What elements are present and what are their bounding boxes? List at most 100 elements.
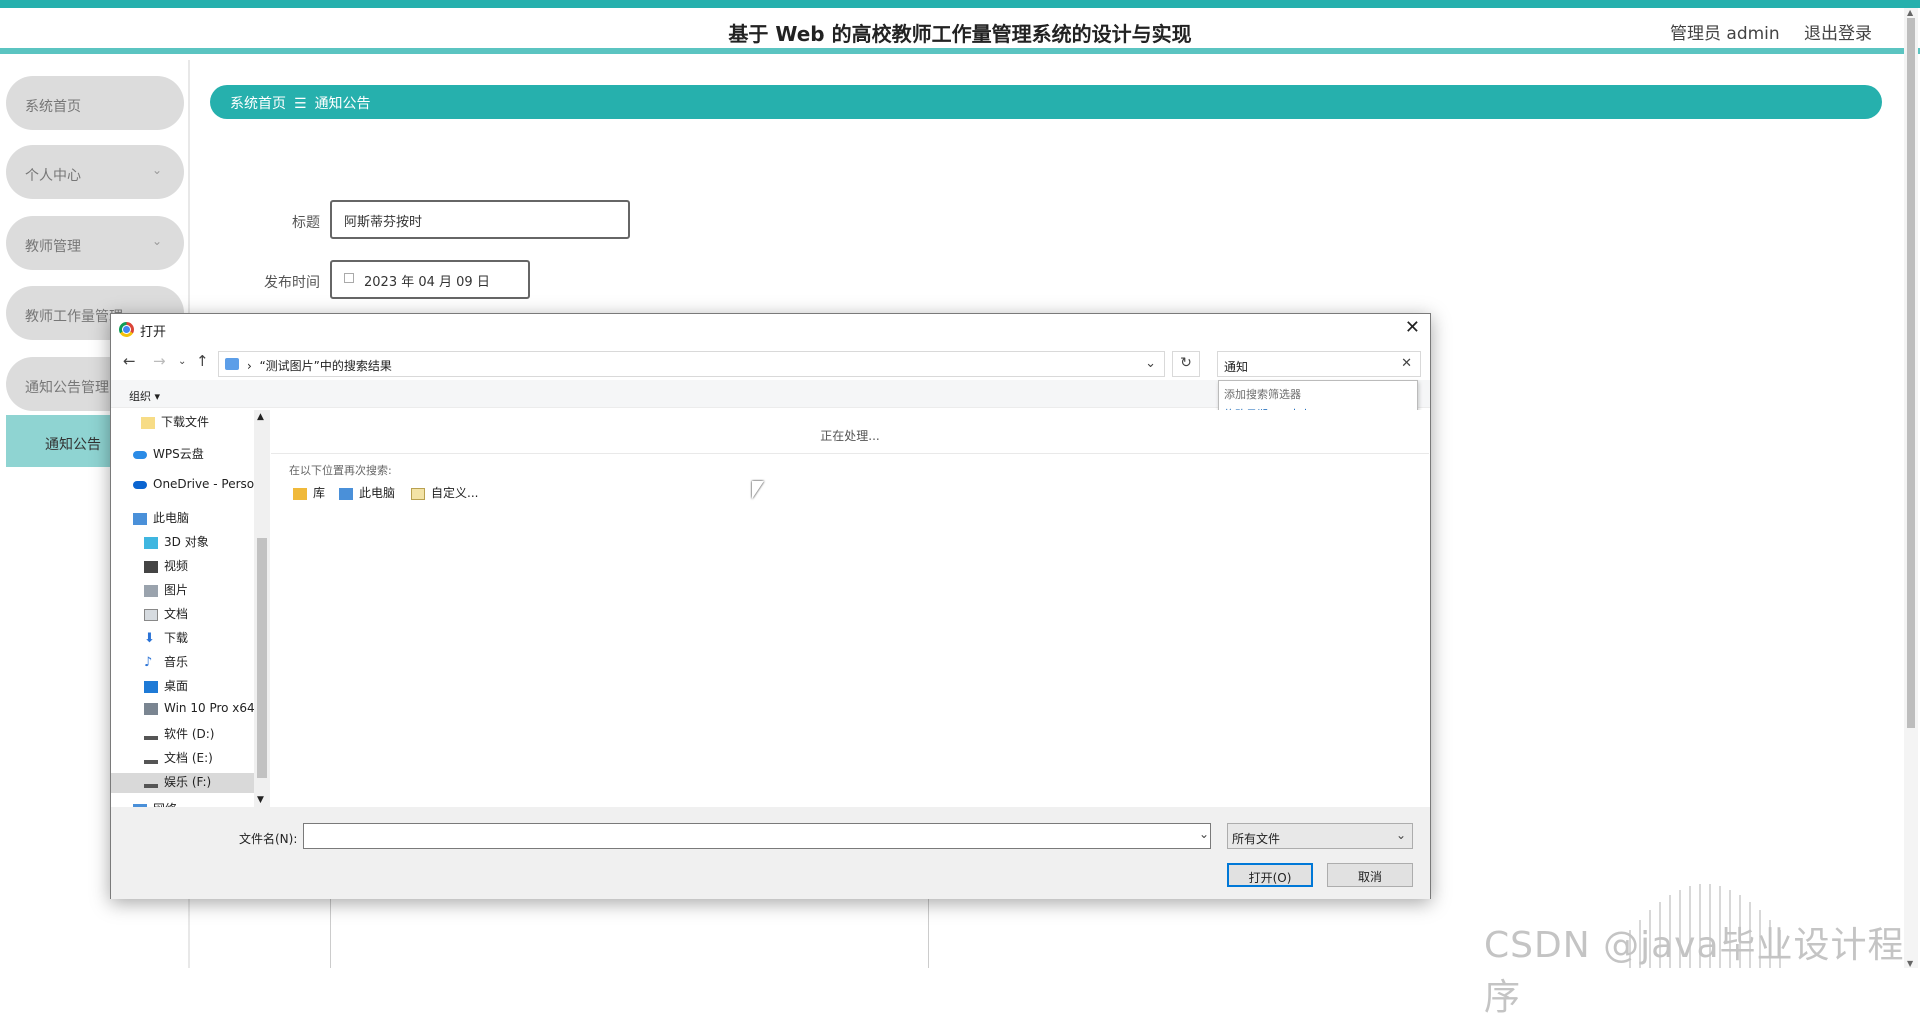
scroll-up-icon[interactable]: ▲ — [1907, 8, 1913, 17]
sidebar-item-teacher-management[interactable]: 教师管理 ⌄ — [6, 216, 184, 270]
sidebar-item-personal-center[interactable]: 个人中心 ⌄ — [6, 145, 184, 199]
close-icon[interactable]: ✕ — [1405, 317, 1420, 338]
tree-item[interactable]: OneDrive - Personal — [133, 477, 266, 497]
forward-arrow-icon[interactable]: → — [153, 352, 166, 370]
tree-item[interactable]: 桌面 — [144, 677, 188, 697]
sidebar-subitem-label: 通知公告 — [45, 437, 101, 453]
search-location-this-pc[interactable]: 此电脑 — [339, 484, 395, 501]
tree-item-label: 下载 — [164, 631, 189, 645]
scroll-down-icon[interactable]: ▼ — [257, 795, 264, 805]
video-icon — [144, 560, 158, 573]
custom-folder-icon — [411, 487, 425, 500]
up-arrow-icon[interactable]: ↑ — [196, 352, 209, 370]
scrollbar-thumb[interactable] — [1907, 18, 1915, 728]
admin-user-label: 管理员 admin — [1670, 24, 1780, 44]
drive-icon — [144, 702, 158, 715]
chrome-icon — [119, 322, 134, 337]
tree-item[interactable]: WPS云盘 — [133, 445, 204, 465]
location-label: 库 — [313, 486, 326, 500]
divider — [271, 453, 1429, 454]
library-icon — [293, 487, 307, 500]
address-bar[interactable]: › “测试图片”中的搜索结果 ⌄ — [218, 351, 1165, 377]
tree-item[interactable]: 视频 — [144, 557, 188, 577]
open-file-dialog: 打开 ✕ ← → ⌄ ↑ › “测试图片”中的搜索结果 ⌄ ↻ 通知 ✕ 组织 … — [110, 313, 1431, 899]
publish-date-value: 2023 年 04 月 09 日 — [364, 275, 490, 290]
pictures-icon — [144, 584, 158, 597]
filename-input[interactable] — [303, 823, 1211, 849]
tree-item[interactable]: 下载文件 — [141, 413, 209, 433]
tree-item-label: 桌面 — [164, 679, 189, 693]
tree-item[interactable]: 图片 — [144, 581, 188, 601]
dialog-titlebar[interactable]: 打开 ✕ — [111, 314, 1430, 344]
tree-scrollbar[interactable]: ▲ ▼ — [254, 410, 270, 807]
tree-item[interactable]: 文档 — [144, 605, 188, 625]
filename-label: 文件名(N): — [239, 832, 298, 846]
chevron-down-icon[interactable]: ⌄ — [1145, 356, 1156, 371]
chevron-down-icon: ⌄ — [151, 234, 162, 248]
search-again-label: 在以下位置再次搜索: — [289, 464, 392, 477]
recent-dropdown-icon[interactable]: ⌄ — [178, 356, 186, 367]
search-location-library[interactable]: 库 — [293, 484, 325, 501]
tree-item[interactable]: 软件 (D:) — [144, 725, 214, 745]
tree-item[interactable]: 3D 对象 — [144, 533, 209, 553]
tree-item-label: 娱乐 (F:) — [164, 775, 212, 789]
documents-icon — [144, 608, 158, 621]
sidebar-item-label: 系统首页 — [25, 99, 81, 115]
tree-item[interactable]: 文档 (E:) — [144, 749, 213, 769]
logout-link[interactable]: 退出登录 — [1804, 19, 1872, 44]
publish-date-label: 发布时间 — [264, 275, 320, 291]
search-location-custom[interactable]: 自定义... — [411, 484, 478, 501]
cloud-icon — [133, 450, 147, 459]
publish-date-input[interactable]: 2023 年 04 月 09 日 — [330, 260, 530, 299]
back-arrow-icon[interactable]: ← — [123, 352, 136, 370]
tree-item[interactable]: ♪ 音乐 — [144, 653, 188, 673]
navigation-tree: 下载文件 WPS云盘 OneDrive - Personal 此电脑 3D 对象… — [111, 410, 266, 807]
top-accent-bar — [0, 0, 1920, 8]
tree-item-label: 此电脑 — [153, 511, 190, 525]
clear-search-icon[interactable]: ✕ — [1401, 356, 1412, 371]
title-input[interactable]: 阿斯蒂芬按时 — [330, 200, 630, 239]
scroll-up-icon[interactable]: ▲ — [257, 412, 264, 422]
tree-item[interactable]: ⬇ 下载 — [144, 629, 188, 649]
organize-menu[interactable]: 组织 ▾ — [129, 388, 160, 404]
sidebar-item-label: 个人中心 — [25, 168, 81, 184]
3d-objects-icon — [144, 536, 158, 549]
calendar-icon — [344, 273, 354, 283]
chevron-down-icon: ⌄ — [1395, 828, 1406, 842]
tree-item-selected[interactable]: 娱乐 (F:) — [111, 773, 254, 793]
tree-item-label: 3D 对象 — [164, 535, 209, 549]
tree-item-label: 图片 — [164, 583, 189, 597]
file-type-select[interactable]: 所有文件 ⌄ — [1227, 823, 1413, 849]
suggest-header: 添加搜索筛选器 — [1224, 388, 1301, 401]
page-scrollbar[interactable]: ▲ ▼ — [1904, 8, 1918, 968]
desktop-icon — [144, 680, 158, 693]
breadcrumb-current: 通知公告 — [314, 96, 371, 112]
cancel-button[interactable]: 取消 — [1327, 863, 1413, 887]
chevron-down-icon[interactable]: ⌄ — [1199, 827, 1209, 841]
folder-icon — [141, 416, 155, 429]
open-button[interactable]: 打开(O) — [1227, 863, 1313, 887]
tree-item-label: WPS云盘 — [153, 447, 204, 461]
tree-item[interactable]: 此电脑 — [133, 509, 189, 529]
drive-icon — [144, 759, 158, 764]
location-label: 自定义... — [431, 486, 479, 500]
computer-icon — [133, 512, 147, 525]
sidebar-item-label: 通知公告管理 — [25, 380, 109, 396]
csdn-watermark: CSDN @java毕业设计程序 — [1484, 925, 1905, 1018]
drive-icon — [144, 735, 158, 740]
tree-item[interactable]: 网络 — [133, 800, 177, 807]
search-input[interactable]: 通知 ✕ — [1217, 351, 1421, 377]
breadcrumb-separator-icon: ☰ — [294, 96, 307, 112]
breadcrumb-home[interactable]: 系统首页 — [230, 96, 286, 112]
refresh-icon: ↻ — [1180, 355, 1192, 371]
folder-icon — [225, 358, 239, 370]
processing-status: 正在处理... — [820, 429, 880, 443]
sidebar-item-home[interactable]: 系统首页 — [6, 76, 184, 130]
dialog-title: 打开 — [140, 325, 167, 340]
title-label: 标题 — [292, 215, 320, 231]
scrollbar-thumb[interactable] — [257, 538, 267, 778]
refresh-button[interactable]: ↻ — [1172, 351, 1200, 377]
tree-item-label: 视频 — [164, 559, 189, 573]
tree-item[interactable]: Win 10 Pro x64 — [144, 701, 255, 721]
file-list-area: 正在处理... 在以下位置再次搜索: 库 此电脑 自定义... — [271, 410, 1429, 807]
